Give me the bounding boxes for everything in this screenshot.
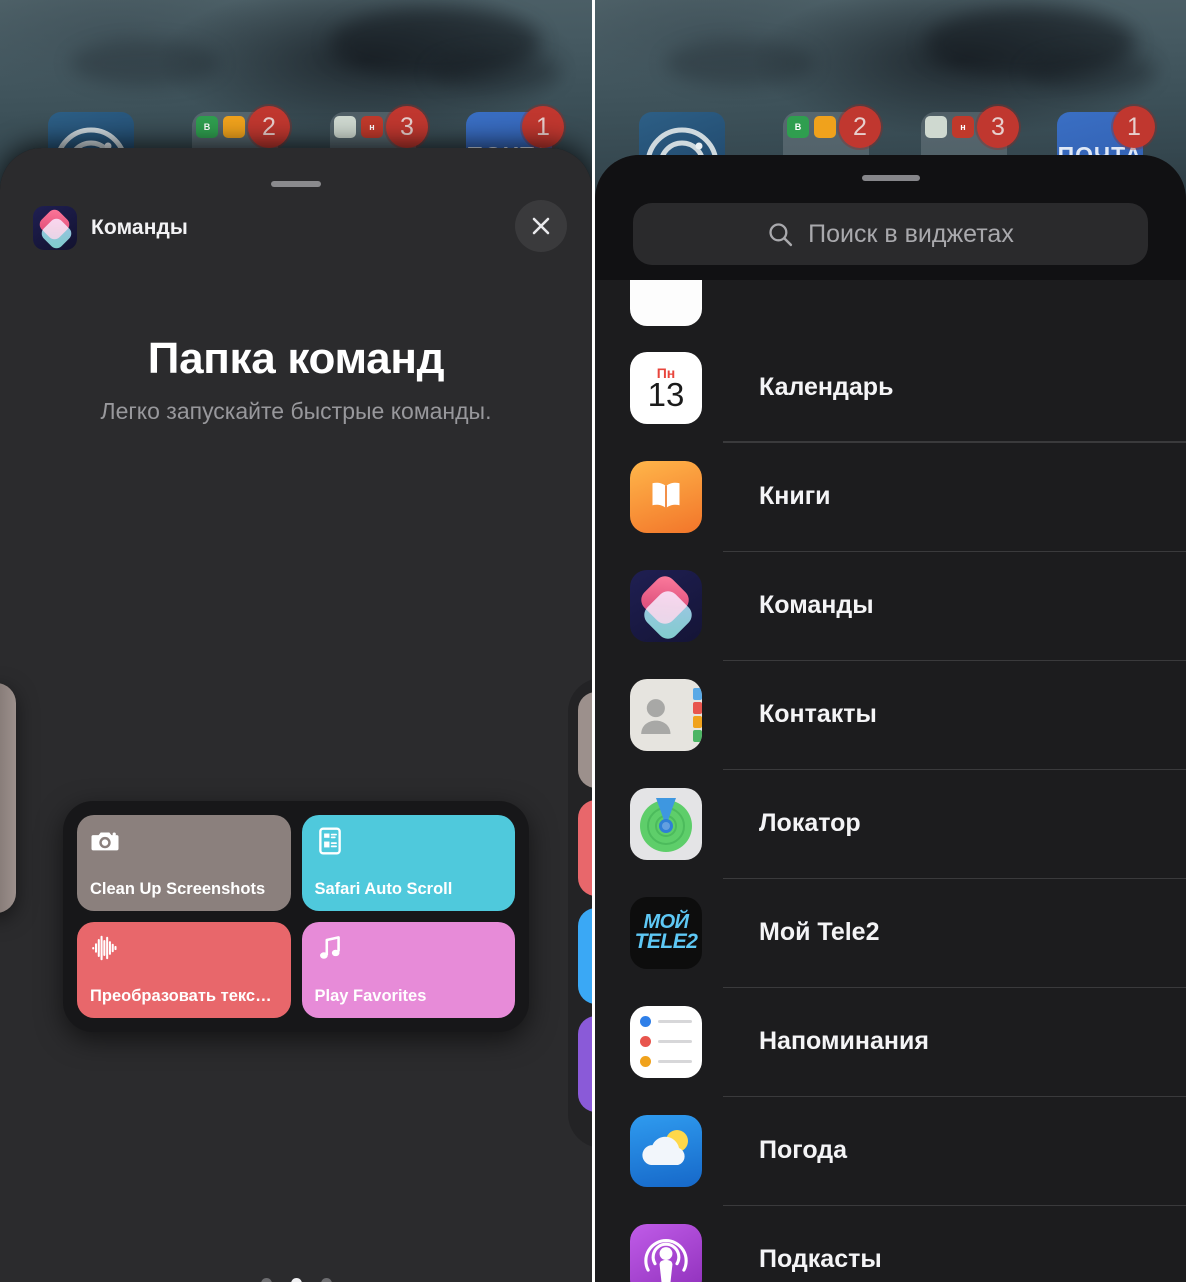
list-item-label: Локатор: [759, 809, 861, 837]
widget-carousel[interactable]: Clean Up Screenshots Safari Auto Scroll: [0, 653, 592, 1148]
badge-pochta: 1: [522, 106, 564, 148]
close-icon: [532, 217, 550, 235]
find-my-icon: [630, 787, 702, 860]
widget-tile[interactable]: Clean Up Screenshots: [77, 815, 291, 911]
widget-tile[interactable]: Преобразовать текс…: [77, 922, 291, 1018]
page-dot[interactable]: [320, 1278, 332, 1282]
close-button[interactable]: [515, 200, 567, 252]
widget-preview-card[interactable]: Clean Up Screenshots Safari Auto Scroll: [63, 801, 529, 1032]
widget-tile-label: Clean Up Screenshots: [90, 880, 266, 898]
page-title: Папка команд: [147, 334, 445, 383]
badge-pochta: 1: [1113, 106, 1155, 148]
list-item[interactable]: Погода: [595, 1096, 1186, 1205]
widget-gallery-sheet: Поиск в виджетах Пн 13 Календарь Книги К…: [595, 155, 1186, 1282]
gallery-grabber[interactable]: [861, 175, 920, 181]
page-dot-active[interactable]: [290, 1278, 302, 1282]
tele2-text-bottom: TELE2: [634, 930, 698, 954]
list-item-label: Мой Tele2: [759, 918, 880, 946]
widget-tile-label: Преобразовать текс…: [90, 987, 272, 1005]
list-item[interactable]: Пн 13 Календарь: [595, 333, 1186, 442]
gallery-header: Поиск в виджетах: [595, 155, 1186, 280]
shortcuts-icon: [33, 206, 77, 250]
calendar-day: 13: [647, 375, 685, 413]
list-item-label: Книги: [759, 482, 831, 510]
music-note-icon: [319, 936, 340, 959]
search-input[interactable]: Поиск в виджетах: [633, 203, 1148, 265]
reminders-icon: [630, 1005, 702, 1078]
list-item-label: Календарь: [759, 373, 894, 401]
badge-folder-2: 3: [386, 106, 428, 148]
widget-gallery-list[interactable]: Пн 13 Календарь Книги Команды Контакты Л…: [595, 280, 1186, 1282]
carousel-peek-left[interactable]: [0, 683, 16, 913]
weather-icon: [630, 1114, 702, 1187]
list-item-label: Погода: [759, 1136, 848, 1164]
badge-folder-1: 2: [839, 106, 881, 148]
list-item[interactable]: Книги: [595, 442, 1186, 551]
tele2-icon: МОЙ TELE2: [630, 896, 702, 969]
waveform-icon: [92, 935, 117, 961]
calendar-icon: Пн 13: [630, 351, 702, 424]
sheet-grabber[interactable]: [271, 181, 321, 187]
podcasts-icon: [630, 1223, 702, 1282]
list-item[interactable]: Локатор: [595, 769, 1186, 878]
app-title: Команды: [91, 216, 188, 239]
books-icon: [630, 460, 702, 533]
widget-tile-label: Safari Auto Scroll: [314, 880, 453, 898]
list-item[interactable]: Подкасты: [595, 1205, 1186, 1282]
right-screen: В mo 2 н ш 3 ПОЧТА 1: [595, 0, 1186, 1282]
page-subtitle: Легко запускайте быстрые команды.: [100, 398, 492, 424]
badge-folder-2: 3: [977, 106, 1019, 148]
document-text-icon: [318, 827, 341, 855]
widget-tile[interactable]: Safari Auto Scroll: [301, 815, 515, 911]
page-dot[interactable]: [260, 1278, 272, 1282]
list-item[interactable]: Контакты: [595, 660, 1186, 769]
contacts-icon: [630, 678, 702, 751]
list-item-label: Контакты: [759, 700, 877, 728]
page-dots[interactable]: [0, 1278, 592, 1282]
list-item[interactable]: Команды: [595, 551, 1186, 660]
list-item[interactable]: Напоминания: [595, 987, 1186, 1096]
partial-list-icon: [630, 280, 702, 326]
badge-folder-1: 2: [248, 106, 290, 148]
shortcuts-icon: [630, 569, 702, 642]
widget-tile-label: Play Favorites: [314, 987, 427, 1005]
list-item[interactable]: МОЙ TELE2 Мой Tele2: [595, 878, 1186, 987]
search-icon: [769, 222, 793, 246]
sheet-header: Команды: [33, 206, 188, 250]
list-item-label: Подкасты: [759, 1245, 882, 1273]
list-item-label: Команды: [759, 591, 874, 619]
search-placeholder: Поиск в виджетах: [808, 219, 1014, 248]
left-screen: В mo 2 н ш 3 ПОЧТА 1: [0, 0, 592, 1282]
carousel-peek-right[interactable]: [568, 678, 592, 1148]
widget-detail-sheet: Команды Папка команд Легко запускайте бы…: [0, 148, 592, 1282]
screenshot-pair: В mo 2 н ш 3 ПОЧТА 1: [0, 0, 1186, 1282]
widget-tile[interactable]: Play Favorites: [301, 922, 515, 1018]
camera-icon: [91, 832, 119, 851]
list-item-label: Напоминания: [759, 1027, 929, 1055]
